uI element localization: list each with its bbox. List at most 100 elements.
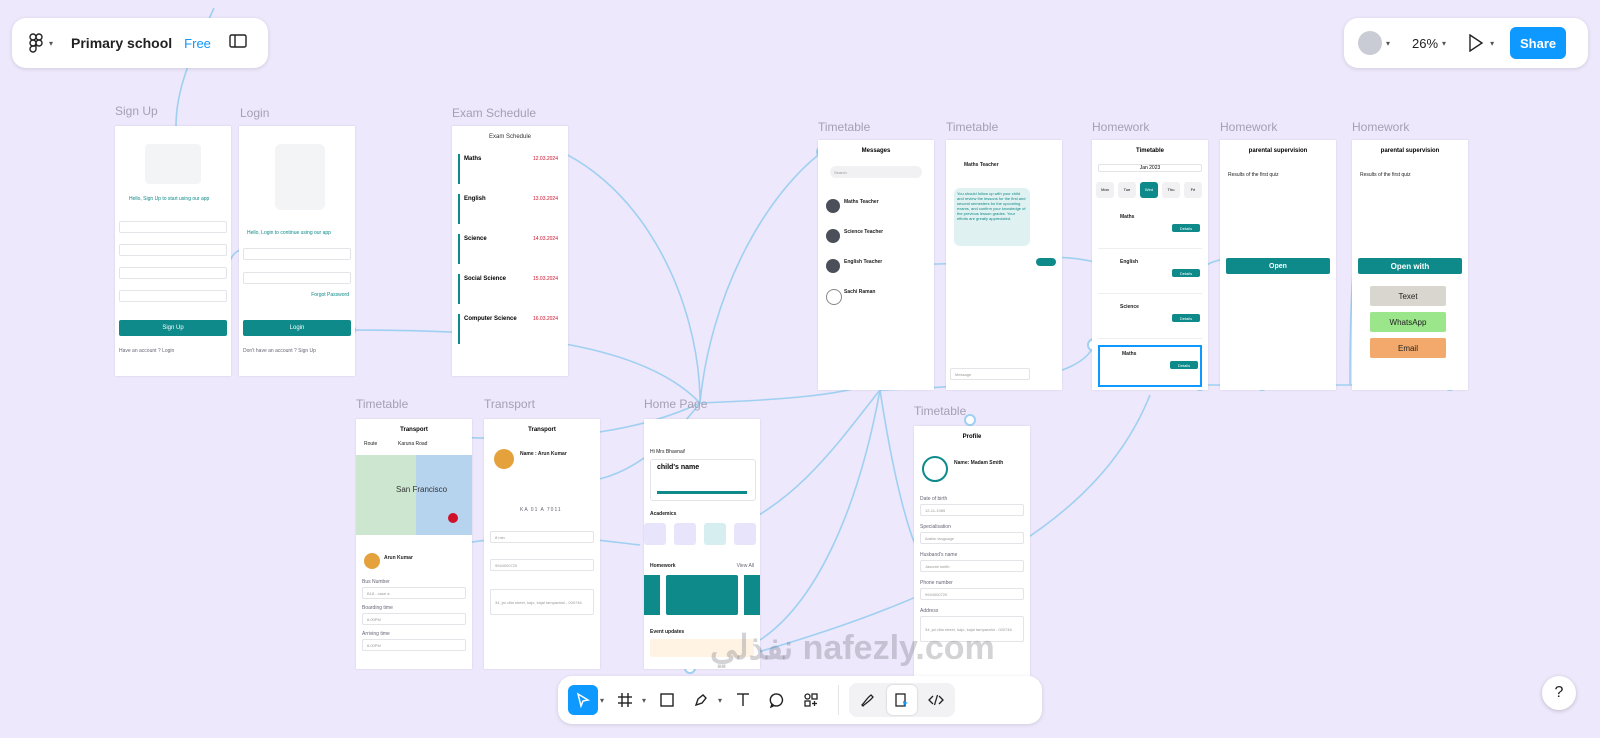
- academics-tile[interactable]: [704, 523, 726, 545]
- homework-item[interactable]: Science Details: [1098, 300, 1202, 339]
- message-row[interactable]: Science Teacher: [826, 225, 926, 249]
- draw-mode-button[interactable]: [853, 685, 883, 715]
- chat-message-bubble: You should follow up with your child and…: [954, 188, 1030, 246]
- timetable-month[interactable]: Jan 2023: [1098, 164, 1202, 172]
- exam-item[interactable]: Maths 12.03.2024: [458, 154, 562, 184]
- exam-item[interactable]: English 13.03.2024: [458, 194, 562, 224]
- day-tab[interactable]: Thu: [1162, 182, 1180, 198]
- signup-footer[interactable]: Have an account ? Login: [119, 348, 174, 354]
- frame-label-homework-a[interactable]: Homework: [1092, 120, 1149, 134]
- signup-field-name[interactable]: [119, 221, 227, 233]
- academics-tile[interactable]: [644, 523, 666, 545]
- frame-label-transport[interactable]: Transport: [484, 397, 535, 411]
- frame-open-with[interactable]: parental supervision Results of the firs…: [1352, 140, 1468, 390]
- open-with-button[interactable]: Open with: [1358, 258, 1462, 274]
- frame-label-homework-c[interactable]: Homework: [1352, 120, 1409, 134]
- message-row[interactable]: Maths Teacher: [826, 195, 926, 219]
- homework-card[interactable]: [666, 575, 738, 615]
- chevron-down-icon[interactable]: ▾: [642, 696, 646, 705]
- message-row[interactable]: English Teacher: [826, 255, 926, 279]
- login-footer[interactable]: Don't have an account ? Sign Up: [243, 348, 316, 354]
- login-field-email[interactable]: [243, 248, 351, 260]
- frame-label-exam[interactable]: Exam Schedule: [452, 106, 536, 120]
- main-menu-button[interactable]: ▾: [28, 33, 57, 53]
- frame-signup[interactable]: Hello, Sign Up to start using our app Si…: [115, 126, 231, 376]
- frame-label-timetable-c[interactable]: Timetable: [356, 397, 408, 411]
- homework-item[interactable]: Maths Details: [1098, 210, 1202, 249]
- day-tab-selected[interactable]: Wed: [1140, 182, 1158, 198]
- frame-tool-button[interactable]: [610, 685, 640, 715]
- exam-item[interactable]: Computer Science 16.03.2024: [458, 314, 562, 344]
- chat-input[interactable]: Message: [950, 368, 1030, 380]
- frame-login[interactable]: Hello, Login to continue using our app F…: [239, 126, 355, 376]
- bus-number-field: B18 - case a: [362, 587, 466, 599]
- signup-field-email[interactable]: [119, 244, 227, 256]
- chat-sent-bubble: [1036, 258, 1056, 266]
- frame-label-timetable-b[interactable]: Timetable: [946, 120, 998, 134]
- frame-home[interactable]: Hi Mrs Bhavnai! child's name Academics H…: [644, 419, 760, 669]
- login-field-password[interactable]: [243, 272, 351, 284]
- frame-label-signup[interactable]: Sign Up: [115, 104, 158, 118]
- event-card[interactable]: [650, 639, 754, 657]
- pen-tool-button[interactable]: [686, 685, 716, 715]
- homework-item-selected[interactable]: Maths Details: [1098, 345, 1202, 387]
- frame-exam-schedule[interactable]: Exam Schedule Maths 12.03.2024 English 13.…: [452, 126, 568, 376]
- chevron-down-icon[interactable]: ▾: [600, 696, 604, 705]
- open-with-texet[interactable]: Texet: [1370, 286, 1446, 306]
- open-button[interactable]: Open: [1226, 258, 1330, 274]
- dev-mode-button[interactable]: [921, 685, 951, 715]
- toggle-sidebar-button[interactable]: [229, 33, 247, 53]
- rectangle-tool-button[interactable]: [652, 685, 682, 715]
- actions-tool-button[interactable]: [796, 685, 826, 715]
- frame-chat[interactable]: Maths Teacher You should follow up with …: [946, 140, 1062, 390]
- frame-parental-supervision[interactable]: parental supervision Results of the firs…: [1220, 140, 1336, 390]
- frame-label-homework-b[interactable]: Homework: [1220, 120, 1277, 134]
- frame-profile[interactable]: Profile Name: Madam Smith Date of birth …: [914, 426, 1030, 676]
- view-all-link[interactable]: View All: [737, 563, 754, 569]
- academics-tile[interactable]: [674, 523, 696, 545]
- signup-field-id[interactable]: [119, 267, 227, 279]
- plan-badge[interactable]: Free: [184, 36, 211, 51]
- move-tool-button[interactable]: [568, 685, 598, 715]
- frame-label-home[interactable]: Home Page: [644, 397, 707, 411]
- frame-label-timetable-a[interactable]: Timetable: [818, 120, 870, 134]
- route-map[interactable]: San Francisco: [356, 455, 472, 535]
- zoom-control[interactable]: 26% ▾: [1412, 36, 1450, 51]
- frame-label-timetable-d[interactable]: Timetable: [914, 404, 966, 418]
- help-button[interactable]: ?: [1542, 676, 1576, 710]
- open-with-whatsapp[interactable]: WhatsApp: [1370, 312, 1446, 332]
- signup-button[interactable]: Sign Up: [119, 320, 227, 336]
- open-with-email[interactable]: Email: [1370, 338, 1446, 358]
- message-row[interactable]: Sachi Raman: [826, 285, 926, 309]
- signup-field-password[interactable]: [119, 290, 227, 302]
- messages-search[interactable]: Search: [830, 166, 922, 178]
- user-avatar-button[interactable]: ▾: [1358, 31, 1394, 55]
- present-button[interactable]: ▾: [1468, 34, 1498, 52]
- child-card[interactable]: child's name: [650, 459, 756, 501]
- day-tab[interactable]: Fri: [1184, 182, 1202, 198]
- file-name[interactable]: Primary school: [71, 35, 172, 51]
- comment-tool-button[interactable]: [762, 685, 792, 715]
- frame-messages[interactable]: Messages Search Maths Teacher Science Te…: [818, 140, 934, 390]
- frame-bus-tracking[interactable]: Transport Route Karuna Road San Francisc…: [356, 419, 472, 669]
- frame-label-login[interactable]: Login: [240, 106, 269, 120]
- homework-item[interactable]: English Details: [1098, 255, 1202, 294]
- design-canvas[interactable]: Sign Up Login Exam Schedule Timetable Ti…: [0, 0, 1600, 738]
- design-icon: [895, 693, 909, 707]
- chevron-down-icon[interactable]: ▾: [718, 696, 722, 705]
- homework-card[interactable]: [744, 575, 760, 615]
- text-tool-button[interactable]: [728, 685, 758, 715]
- exam-item[interactable]: Science 14.03.2024: [458, 234, 562, 264]
- day-tab[interactable]: Tue: [1118, 182, 1136, 198]
- academics-tile[interactable]: [734, 523, 756, 545]
- login-forgot-link[interactable]: Forgot Password: [311, 292, 349, 298]
- share-button[interactable]: Share: [1510, 27, 1567, 59]
- day-tab[interactable]: Mon: [1096, 182, 1114, 198]
- frame-timetable[interactable]: Timetable Jan 2023 Mon Tue Wed Thu Fri M…: [1092, 140, 1208, 390]
- design-mode-button[interactable]: [887, 685, 918, 715]
- frame-transport[interactable]: Transport Name : Arun Kumar KA 01 A 7011…: [484, 419, 600, 669]
- homework-card[interactable]: [644, 575, 660, 615]
- route-select[interactable]: Karuna Road: [398, 441, 427, 447]
- login-button[interactable]: Login: [243, 320, 351, 336]
- exam-item[interactable]: Social Science 15.03.2024: [458, 274, 562, 304]
